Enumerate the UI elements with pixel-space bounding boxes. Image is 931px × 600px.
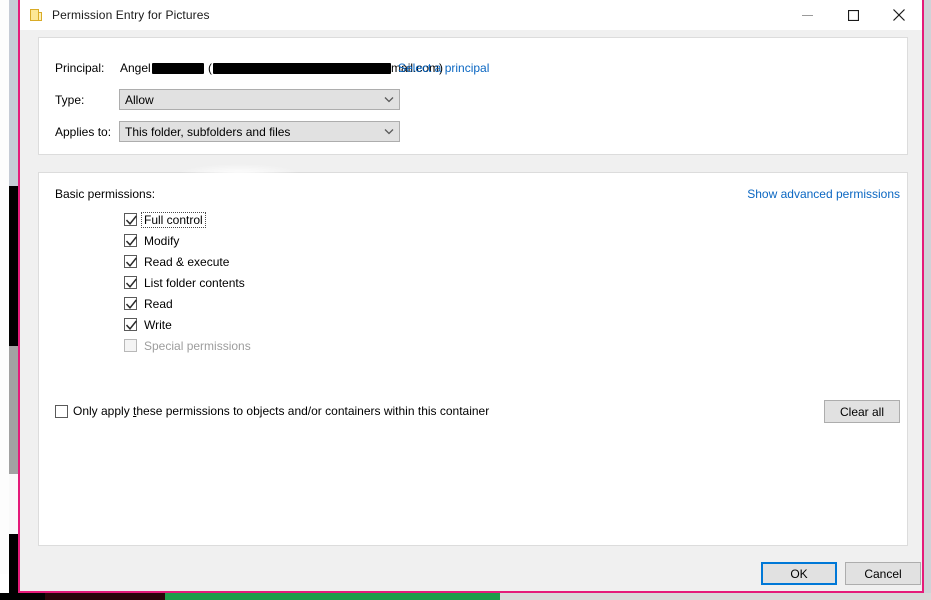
permission-label: Special permissions [144,338,251,353]
permission-checkbox[interactable] [124,297,137,310]
permission-label: Full control [141,211,206,228]
principal-name-prefix: Angel [120,61,151,75]
bg-strip-left-white [0,0,9,186]
bg-strip-left-white-2 [0,186,9,574]
permission-label: Read [144,296,173,311]
permission-checkbox[interactable] [124,213,137,226]
permission-label: Write [144,317,172,332]
only-apply-row[interactable]: Only apply these permissions to objects … [55,404,489,418]
only-apply-checkbox[interactable] [55,404,68,418]
window-controls [784,0,922,30]
permission-checkbox[interactable] [124,318,137,331]
clear-all-button[interactable]: Clear all [824,400,900,423]
folder-icon [28,7,44,23]
bg-strip-left-white-3 [9,474,18,534]
applies-to-combobox[interactable]: This folder, subfolders and files [119,121,400,142]
permissions-group: Basic permissions: Show advanced permiss… [38,164,908,546]
permission-row[interactable]: Read & execute [124,251,253,272]
principal-group: Principal: Angel (mail.com) Select a pri… [38,37,908,155]
bg-strip-left-gray-mid [9,346,18,474]
applies-to-combobox-value: This folder, subfolders and files [125,124,291,139]
bg-strip-bottom-maroon [45,593,165,600]
maximize-button[interactable] [830,0,876,30]
principal-paren-open: ( [204,61,213,75]
permission-label: Read & execute [144,254,230,269]
cancel-button[interactable]: Cancel [845,562,921,585]
permission-row[interactable]: Write [124,314,253,335]
select-a-principal-link[interactable]: Select a principal [398,61,489,75]
title-bar[interactable]: Permission Entry for Pictures [20,0,922,30]
chevron-down-icon [379,128,399,135]
bg-strip-bottom-green [165,593,500,600]
permission-label: Modify [144,233,180,248]
redacted-email [213,63,392,75]
only-apply-text-before: Only apply [73,404,134,418]
permission-row[interactable]: Full control [124,209,253,230]
bg-strip-left-black-upper [9,186,18,346]
permission-checkbox [124,339,137,352]
type-label: Type: [55,93,85,107]
principal-value: Angel (mail.com) [120,61,443,75]
bg-strip-left-black-lower [9,534,18,593]
permission-label: List folder contents [144,275,245,290]
permission-checkbox[interactable] [124,255,137,268]
redacted-name [151,63,204,75]
bg-strip-bottom-lightgray [500,593,931,600]
type-combobox-value: Allow [125,92,154,107]
permission-entry-dialog: Permission Entry for Pictures Principal:… [18,0,924,593]
window-title: Permission Entry for Pictures [52,8,210,22]
principal-label: Principal: [55,61,105,75]
bg-strip-left-pale-blue [9,0,18,186]
permissions-list: Full control Modify Read & execute List fol… [124,209,253,356]
permission-row[interactable]: Modify [124,230,253,251]
applies-to-label: Applies to: [55,125,112,139]
permission-checkbox[interactable] [124,276,137,289]
close-button[interactable] [876,0,922,30]
ok-button[interactable]: OK [761,562,837,585]
basic-permissions-label: Basic permissions: [55,187,156,201]
only-apply-label: Only apply these permissions to objects … [73,404,489,418]
chevron-down-icon [379,96,399,103]
bg-strip-bottom-black [0,593,45,600]
show-advanced-permissions-link[interactable]: Show advanced permissions [747,187,900,201]
minimize-button[interactable] [784,0,830,30]
dialog-body: Principal: Angel (mail.com) Select a pri… [20,30,922,591]
only-apply-text-after: hese permissions to objects and/or conta… [136,404,490,418]
permission-row[interactable]: Special permissions [124,335,253,356]
permission-checkbox[interactable] [124,234,137,247]
bg-strip-right-gray [924,0,931,593]
type-combobox[interactable]: Allow [119,89,400,110]
permission-row[interactable]: Read [124,293,253,314]
permission-row[interactable]: List folder contents [124,272,253,293]
